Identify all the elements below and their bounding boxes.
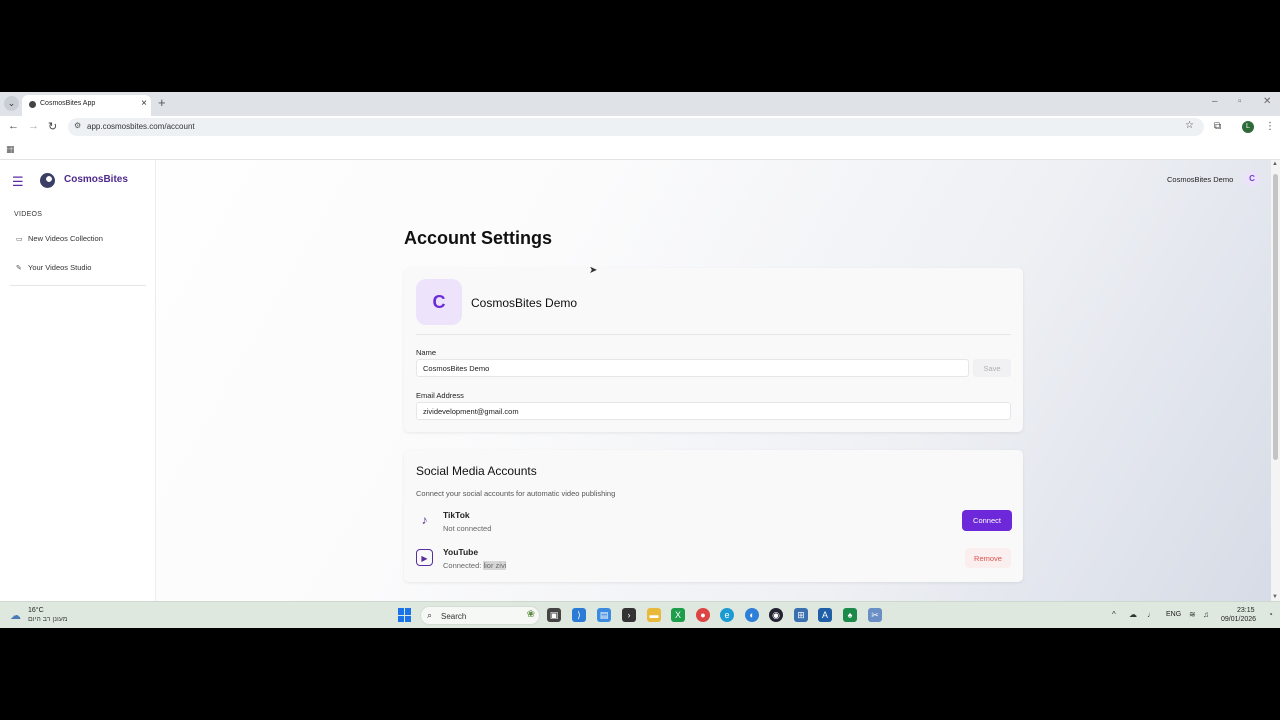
snipping-tool-icon[interactable]: ✂ [868,608,882,622]
apps-grid-icon[interactable]: ▦ [6,144,15,155]
scrollbar-thumb[interactable] [1273,174,1278,460]
edge-icon[interactable]: e [720,608,734,622]
task-view-icon[interactable]: ▣ [547,608,561,622]
browser-tab[interactable]: CosmosBites App × [22,95,151,116]
youtube-account-status: Connected: lior zivi [443,561,507,570]
page-scrollbar[interactable]: ▲ ▼ [1271,160,1280,601]
sidebar-item-label: New Videos Collection [28,234,103,243]
tiktok-account-status: Not connected [443,524,492,533]
browser-toolbar: ← → ↻ ⚙ app.cosmosbites.com/account ☆ ⧉ … [0,116,1280,139]
card-divider [416,334,1011,335]
page-title: Account Settings [404,228,553,248]
wifi-icon[interactable]: ≋ [1189,610,1196,619]
browser-tab-strip: ⌄ CosmosBites App × + – ▫ ✕ [0,92,1280,116]
security-app-icon[interactable]: ◉ [769,608,783,622]
video-camera-icon: ▭ [16,236,23,243]
terminal-icon[interactable]: › [622,608,636,622]
tray-chevron-up-icon[interactable]: ^ [1112,610,1116,619]
profile-display-name: CosmosBites Demo [471,296,578,310]
new-tab-plus-icon[interactable]: + [158,95,166,110]
windows-start-icon[interactable] [398,608,412,622]
tiktok-connect-button[interactable]: Connect [962,510,1012,531]
maximize-icon[interactable]: ▫ [1238,96,1242,107]
header-user-avatar[interactable]: C [1244,171,1260,187]
sidebar-divider [10,285,146,286]
profile-avatar: C [416,279,462,325]
file-explorer-folder-icon[interactable]: ▬ [647,608,661,622]
excel-icon[interactable]: X [671,608,685,622]
sidebar: ☰ CosmosBites VIDEOS ▭ New Videos Collect… [0,160,156,601]
search-highlight-icon: ❀ [526,609,535,620]
save-button[interactable]: Save [973,359,1011,377]
back-arrow-icon[interactable]: ← [8,120,19,132]
scroll-down-arrow-icon[interactable]: ▼ [1272,594,1278,600]
browser-profile-avatar[interactable]: L [1242,121,1254,133]
tab-search-chevron-icon[interactable]: ⌄ [4,96,19,111]
app-viewport: ☰ CosmosBites VIDEOS ▭ New Videos Collect… [0,160,1280,601]
sidebar-item-new-videos-collection[interactable]: ▭ New Videos Collection [16,234,103,243]
weather-temperature: 16°C [28,607,44,614]
tab-close-icon[interactable]: × [141,98,147,109]
hamburger-menu-icon[interactable]: ☰ [12,174,24,190]
browser-menu-kebab-icon[interactable]: ⋮ [1265,121,1275,132]
address-bar[interactable]: ⚙ app.cosmosbites.com/account ☆ [68,118,1204,136]
weather-description: מעונן רב היום [28,616,68,623]
chrome-icon[interactable]: ● [696,608,710,622]
name-input[interactable] [416,359,969,377]
brand-name[interactable]: CosmosBites [64,174,128,185]
microphone-icon[interactable]: ♩ [1147,610,1155,619]
app-window-icon[interactable]: ▤ [597,608,611,622]
bookmark-star-icon[interactable]: ☆ [1185,120,1194,131]
sidebar-section-videos: VIDEOS [14,211,43,218]
minimize-icon[interactable]: – [1212,96,1218,107]
sidebar-item-your-videos-studio[interactable]: ✎ Your Videos Studio [16,263,91,272]
email-label: Email Address [416,391,464,400]
forward-arrow-icon[interactable]: → [28,120,39,132]
windows-taskbar: ☁ 16°C מעונן רב היום ⌕ Search ❀ ▣ ⟩ ▤ › … [0,601,1280,628]
reload-icon[interactable]: ↻ [48,120,57,133]
network-app-icon[interactable]: ⊞ [794,608,808,622]
browser-app-icon[interactable]: ◐ [745,608,759,622]
azure-icon[interactable]: A [818,608,832,622]
edit-icon: ✎ [16,265,22,272]
social-section-title: Social Media Accounts [416,464,537,478]
clock-date[interactable]: 09/01/2026 [1221,616,1256,623]
taskbar-search-label: Search [441,612,467,621]
notification-bell-icon[interactable]: ◔ [1268,610,1273,619]
address-url: app.cosmosbites.com/account [87,122,195,131]
vscode-icon[interactable]: ⟩ [572,608,586,622]
social-section-description: Connect your social accounts for automat… [416,489,616,498]
tab-title: CosmosBites App [40,100,96,107]
screen: ⌄ CosmosBites App × + – ▫ ✕ ← → ↻ ⚙ app.… [0,92,1280,628]
extensions-puzzle-icon[interactable]: ⧉ [1214,121,1221,132]
youtube-status-prefix: Connected: [443,561,484,570]
search-icon: ⌕ [427,610,433,620]
taskbar-search-input[interactable]: ⌕ Search ❀ [420,606,540,625]
email-field[interactable] [416,402,1011,420]
youtube-connected-user: lior zivi [483,561,507,570]
tiktok-icon: ♪ [421,513,428,527]
keyboard-language[interactable]: ENG [1166,611,1181,618]
volume-icon[interactable]: ♫ [1203,610,1209,619]
youtube-icon: ▶ [416,549,433,566]
tab-favicon-icon [29,101,36,108]
tiktok-account-name: TikTok [443,510,470,520]
weather-cloud-icon[interactable]: ☁ [10,609,21,622]
youtube-account-name: YouTube [443,547,479,557]
social-accounts-card: Social Media Accounts Connect your socia… [404,450,1023,582]
clock-time[interactable]: 23:15 [1237,607,1255,614]
scroll-up-arrow-icon[interactable]: ▲ [1272,161,1278,167]
bookmarks-bar: ▦ [0,139,1280,160]
tray-cloud-icon[interactable]: ☁ [1129,610,1137,619]
header-user-name: CosmosBites Demo [1167,175,1234,184]
window-close-icon[interactable]: ✕ [1263,96,1271,107]
site-info-icon[interactable]: ⚙ [74,121,81,130]
sidebar-item-label: Your Videos Studio [28,263,92,272]
youtube-remove-button[interactable]: Remove [965,548,1011,568]
profile-card: C CosmosBites Demo Name Save Email Addre… [404,268,1023,432]
mouse-cursor-icon: ➤ [589,265,598,276]
cosmosbites-logo-icon [40,173,55,188]
name-label: Name [416,348,437,357]
mongodb-leaf-icon[interactable]: ♠ [843,608,857,622]
